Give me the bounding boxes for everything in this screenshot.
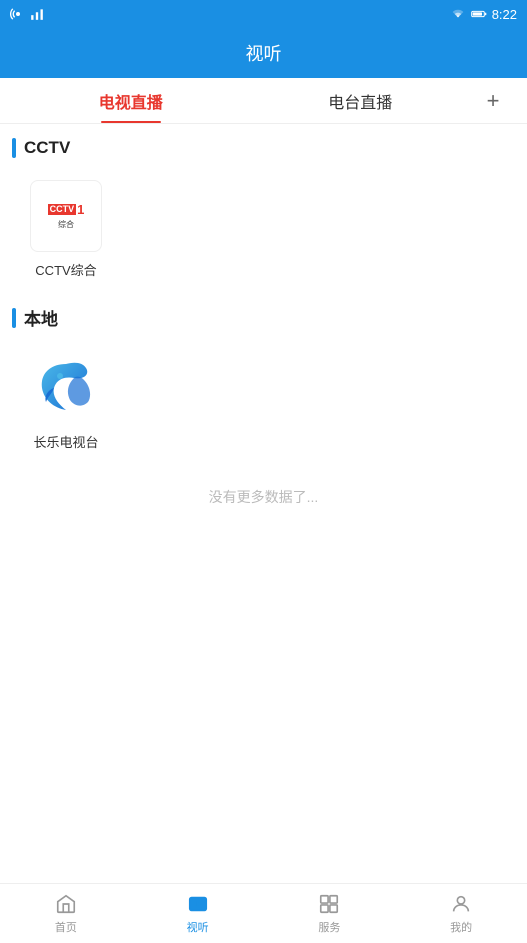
top-tab-bar: 电视直播 电台直播 +: [0, 78, 527, 124]
cctv-channel-grid: CCTV 1 综合 CCTV综合: [0, 168, 527, 291]
signal-icon: [10, 6, 26, 22]
nav-label-mine: 我的: [450, 919, 472, 935]
add-channel-button[interactable]: +: [475, 88, 511, 114]
home-icon: [54, 892, 78, 916]
nav-item-home[interactable]: 首页: [0, 884, 132, 943]
content-area: CCTV CCTV 1 综合 CCTV综合 本地: [0, 124, 527, 883]
grid-icon: [317, 892, 341, 916]
nav-item-service[interactable]: 服务: [264, 884, 396, 943]
data-icon: [30, 7, 44, 21]
user-icon: [449, 892, 473, 916]
section-bar-local: [12, 308, 16, 328]
section-local-header: 本地: [0, 291, 527, 340]
time-display: 8:22: [492, 7, 517, 22]
page-title: 视听: [246, 40, 282, 66]
local-channel-grid: 长乐电视台: [0, 340, 527, 463]
bottom-nav: 首页 视听 服务 我的: [0, 883, 527, 943]
wifi-icon: [450, 8, 466, 20]
page-header: 视听: [0, 28, 527, 78]
channel-item-changle[interactable]: 长乐电视台: [16, 340, 116, 463]
nav-label-service: 服务: [318, 919, 340, 935]
channel-logo-cctv1: CCTV 1 综合: [30, 180, 102, 252]
channel-name-cctv1: CCTV综合: [35, 260, 96, 279]
nav-item-mine[interactable]: 我的: [395, 884, 527, 943]
no-more-text: 没有更多数据了...: [0, 463, 527, 523]
tab-radio-live[interactable]: 电台直播: [246, 78, 476, 123]
tab-tv-live[interactable]: 电视直播: [16, 78, 246, 123]
section-bar-cctv: [12, 138, 16, 158]
play-icon: [186, 892, 210, 916]
battery-icon: [471, 8, 487, 20]
nav-item-listen[interactable]: 视听: [132, 884, 264, 943]
nav-label-listen: 视听: [187, 919, 209, 935]
channel-item-cctv1[interactable]: CCTV 1 综合 CCTV综合: [16, 168, 116, 291]
nav-label-home: 首页: [55, 919, 77, 935]
status-right-icons: 8:22: [450, 7, 517, 22]
channel-logo-changle: [30, 352, 102, 424]
section-cctv-header: CCTV: [0, 124, 527, 168]
channel-name-changle: 长乐电视台: [33, 432, 98, 451]
status-bar: 8:22: [0, 0, 527, 28]
changle-logo-svg: [30, 352, 102, 424]
status-left-icons: [10, 6, 44, 22]
